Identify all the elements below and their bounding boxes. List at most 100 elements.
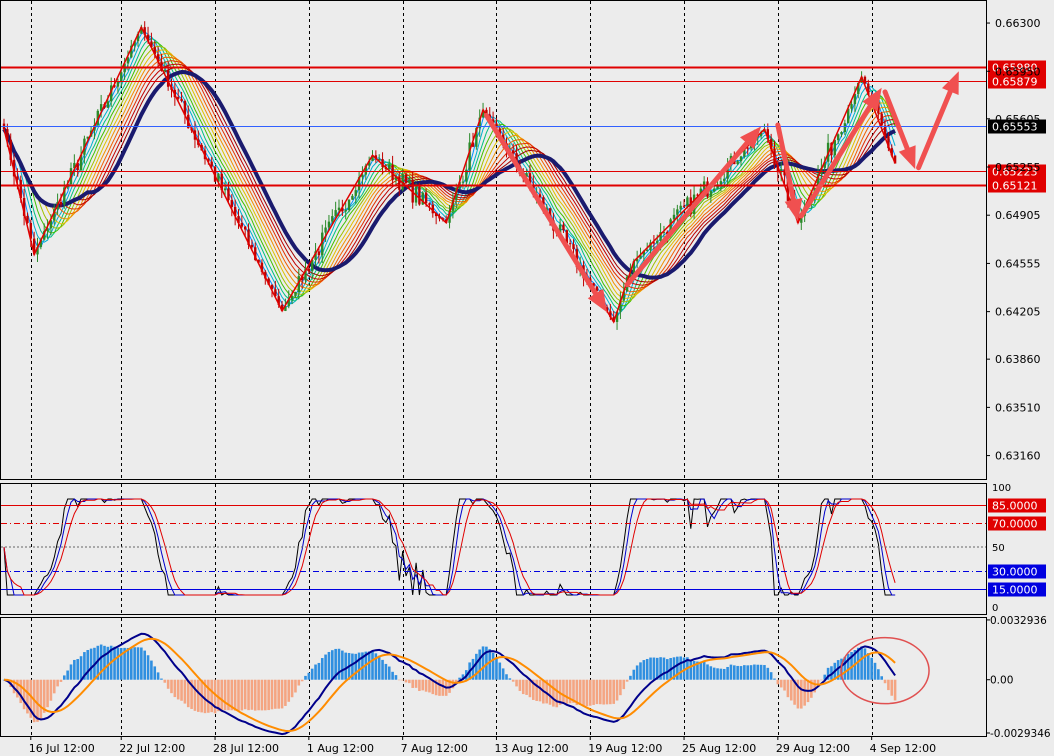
candle-body bbox=[324, 227, 327, 233]
macd-histogram-bar bbox=[877, 669, 880, 680]
macd-histogram-bar bbox=[605, 679, 609, 705]
macd-histogram-bar bbox=[220, 679, 224, 712]
macd-histogram-bar bbox=[243, 679, 247, 710]
macd-histogram-bar bbox=[763, 665, 766, 680]
time-tick-label: 1 Aug 12:00 bbox=[307, 742, 374, 755]
macd-histogram-bar bbox=[887, 679, 890, 691]
candle-body bbox=[354, 190, 357, 196]
macd-histogram-bar bbox=[585, 679, 589, 707]
macd-histogram-bar bbox=[555, 679, 559, 708]
macd-histogram-bar bbox=[233, 679, 237, 711]
macd-histogram-bar bbox=[257, 679, 260, 711]
macd-histogram-bar bbox=[73, 659, 76, 680]
macd-histogram-bar bbox=[274, 679, 277, 709]
macd-histogram-bar bbox=[156, 672, 160, 680]
macd-histogram-bar bbox=[284, 679, 287, 706]
macd-histogram-bar bbox=[59, 679, 63, 682]
macd-histogram-bar bbox=[689, 661, 693, 680]
macd-histogram-bar bbox=[880, 676, 883, 680]
macd-histogram-bar bbox=[615, 679, 619, 701]
macd-histogram-bar bbox=[113, 646, 116, 680]
time-tick-label: 13 Aug 12:00 bbox=[494, 742, 568, 755]
macd-histogram-bar bbox=[746, 665, 749, 680]
macd-histogram-bar bbox=[143, 650, 146, 680]
macd-histogram-bar bbox=[166, 679, 170, 689]
macd-histogram-bar bbox=[130, 647, 133, 680]
candle-body bbox=[334, 210, 337, 217]
candle-body bbox=[408, 179, 411, 183]
candle-body bbox=[106, 101, 110, 108]
macd-histogram-bar bbox=[743, 665, 746, 680]
macd-histogram-bar bbox=[441, 679, 445, 696]
macd-histogram-bar bbox=[706, 664, 709, 680]
macd-histogram-bar bbox=[501, 668, 505, 680]
macd-histogram-bar bbox=[36, 679, 39, 722]
candle-body bbox=[719, 181, 723, 185]
macd-histogram-bar bbox=[511, 679, 515, 682]
macd-histogram-bar bbox=[250, 679, 254, 710]
macd-histogram-bar bbox=[625, 679, 629, 682]
candle-body bbox=[240, 223, 244, 227]
oscillator-level-label: 30.0000 bbox=[992, 566, 1038, 579]
price-tick-label: 0.65255 bbox=[995, 161, 1041, 174]
macd-histogram-bar bbox=[495, 657, 498, 680]
macd-histogram-bar bbox=[414, 679, 418, 688]
macd-histogram-bar bbox=[635, 665, 639, 680]
macd-histogram-bar bbox=[883, 679, 887, 684]
candle-body bbox=[307, 268, 311, 272]
macd-histogram-bar bbox=[786, 679, 790, 698]
time-tick-label: 19 Aug 12:00 bbox=[588, 742, 662, 755]
macd-tick-label: -0.0029346 bbox=[990, 728, 1051, 740]
candle-body bbox=[562, 224, 565, 231]
price-tick-label: 0.63860 bbox=[995, 353, 1041, 366]
macd-histogram-bar bbox=[183, 679, 187, 704]
macd-histogram-bar bbox=[237, 679, 240, 711]
macd-histogram-bar bbox=[759, 664, 763, 680]
macd-histogram-bar bbox=[475, 653, 478, 680]
candle-body bbox=[461, 181, 465, 183]
macd-histogram-bar bbox=[49, 679, 53, 701]
candle-body bbox=[331, 216, 334, 222]
candle-body bbox=[850, 104, 853, 109]
candle-body bbox=[880, 113, 883, 126]
candle-body bbox=[120, 72, 123, 82]
trading-chart[interactable]: 0.659800.658790.652230.651210.655530.663… bbox=[0, 0, 1054, 756]
macd-histogram-bar bbox=[207, 679, 210, 713]
macd-histogram-bar bbox=[89, 648, 93, 680]
candle-body bbox=[180, 98, 183, 101]
macd-histogram-bar bbox=[722, 668, 726, 680]
candle-body bbox=[679, 205, 682, 210]
macd-histogram-bar bbox=[820, 679, 823, 681]
macd-histogram-bar bbox=[873, 662, 877, 680]
macd-histogram-bar bbox=[776, 679, 780, 685]
candle-body bbox=[646, 249, 649, 251]
oscillator-tick-label: 100 bbox=[992, 483, 1011, 494]
candle-body bbox=[344, 210, 347, 212]
candle-body bbox=[418, 186, 421, 205]
oscillator-tick-label: 0 bbox=[992, 603, 998, 614]
macd-histogram-bar bbox=[498, 662, 502, 680]
macd-histogram-bar bbox=[56, 679, 59, 687]
macd-histogram-bar bbox=[756, 664, 760, 680]
macd-histogram-bar bbox=[240, 679, 244, 711]
macd-histogram-bar bbox=[176, 679, 180, 700]
macd-histogram-bar bbox=[247, 679, 250, 711]
macd-histogram-bar bbox=[304, 675, 307, 680]
macd-histogram-bar bbox=[310, 668, 314, 680]
macd-histogram-bar bbox=[337, 648, 341, 680]
candle-body bbox=[656, 240, 659, 244]
macd-histogram-bar bbox=[773, 678, 776, 680]
macd-histogram-bar bbox=[401, 679, 404, 681]
candle-body bbox=[840, 132, 843, 135]
macd-histogram-bar bbox=[294, 679, 297, 693]
macd-histogram-bar bbox=[528, 679, 532, 698]
macd-histogram-bar bbox=[552, 679, 555, 707]
macd-histogram-bar bbox=[421, 679, 425, 691]
macd-histogram-bar bbox=[354, 653, 358, 680]
candle-body bbox=[244, 226, 247, 230]
macd-histogram-bar bbox=[739, 666, 743, 680]
macd-histogram-bar bbox=[679, 656, 682, 680]
macd-histogram-bar bbox=[860, 646, 863, 680]
macd-histogram-bar bbox=[424, 679, 428, 692]
macd-histogram-bar bbox=[22, 679, 26, 710]
